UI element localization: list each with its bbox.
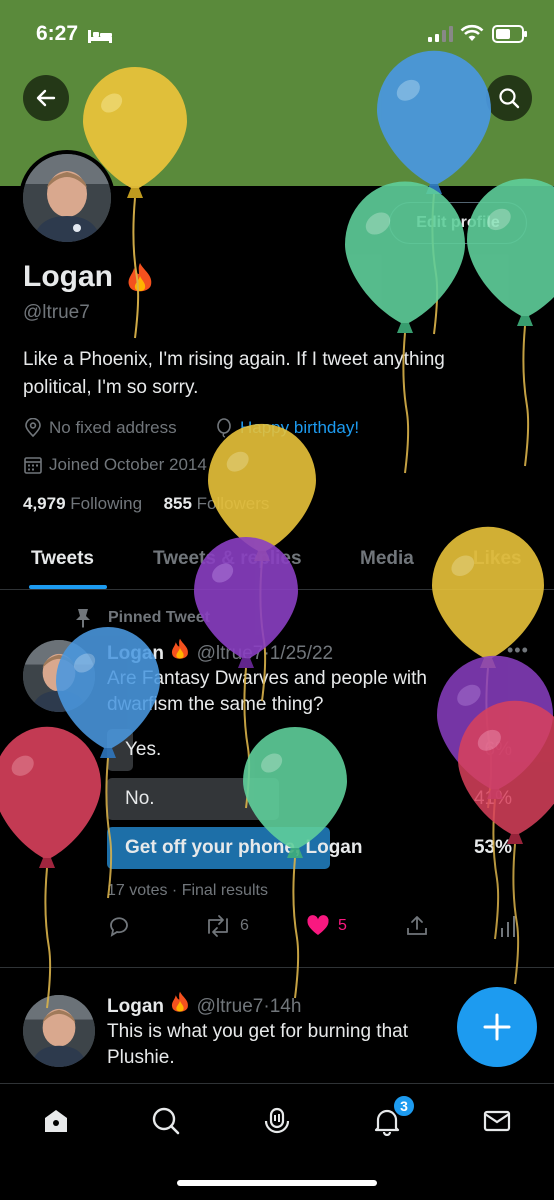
tweet-header: Logan @ltrue7·1/25/22: [107, 638, 333, 665]
poll-option-percent: 41%: [473, 788, 512, 809]
edit-profile-button[interactable]: Edit profile: [389, 202, 527, 244]
bio-line: Like a Phoenix, I'm rising again. If I t…: [23, 349, 445, 370]
reply-button[interactable]: [107, 914, 131, 938]
avatar-photo-icon: [23, 640, 95, 712]
pin-icon: [76, 609, 90, 628]
wifi-icon: [460, 24, 484, 41]
balloon-icon: [217, 418, 231, 438]
poll-option-percent: 6%: [484, 739, 512, 760]
share-button[interactable]: [405, 914, 429, 938]
tab-tweets[interactable]: Tweets: [31, 548, 94, 570]
poll-option-label: Get off your phone, Logan: [125, 837, 363, 858]
pinned-label-row: Pinned Tweet: [72, 607, 210, 629]
retweet-count: 6: [240, 917, 249, 934]
nav-spaces[interactable]: [257, 1101, 297, 1141]
poll-option-label: Yes.: [125, 739, 162, 760]
nav-messages[interactable]: [477, 1101, 517, 1141]
following-label: Following: [70, 494, 143, 513]
analytics-icon: [501, 916, 515, 937]
back-arrow-icon: [36, 89, 56, 107]
calendar-icon: [24, 457, 42, 474]
location-icon: [25, 418, 41, 438]
active-tab-indicator: [29, 585, 107, 589]
reply-icon: [110, 917, 128, 937]
profile-bio: Like a Phoenix, I'm rising again. If I t…: [23, 346, 523, 402]
profile-avatar[interactable]: [19, 150, 115, 246]
tab-media[interactable]: Media: [360, 548, 414, 570]
bio-line: political, I'm so sorry.: [23, 377, 199, 398]
plus-icon: [483, 1013, 511, 1041]
retweet-icon: [208, 915, 228, 937]
fire-icon: [172, 991, 189, 1012]
followers-count: 855: [163, 494, 192, 513]
avatar: [23, 154, 111, 242]
balloon-icon: [0, 726, 101, 1009]
joined-text: Joined October 2014: [49, 455, 207, 474]
search-icon: [499, 88, 520, 109]
profile-handle: @ltrue7: [23, 302, 90, 323]
home-icon: [45, 1110, 67, 1132]
birthday-row[interactable]: Happy birthday!: [214, 418, 359, 438]
poll-meta: 17 votes · Final results: [107, 882, 268, 899]
location-row: No fixed address: [23, 418, 177, 438]
following-count: 4,979: [23, 494, 66, 513]
joined-row: Joined October 2014: [23, 455, 207, 475]
tweet-actions: 6 5: [107, 914, 527, 942]
notifications-badge: 3: [392, 1094, 416, 1118]
heart-icon: [307, 915, 329, 935]
bed-icon: [88, 30, 112, 43]
compose-tweet-button[interactable]: [457, 987, 537, 1067]
back-button[interactable]: [23, 75, 69, 121]
retweet-button[interactable]: 6: [204, 914, 249, 938]
avatar-photo-icon: [23, 995, 95, 1067]
tweet-text-line: dwarfism the same thing?: [107, 694, 324, 715]
tweet-divider: [0, 967, 554, 968]
fire-icon: [172, 638, 189, 659]
tweet-author-handle: @ltrue7: [196, 643, 264, 664]
poll-option-percent: 53%: [473, 837, 512, 858]
followers-label: Followers: [196, 494, 270, 513]
more-options-icon[interactable]: •••: [507, 640, 529, 661]
status-time: 6:27: [36, 22, 79, 45]
followers-link[interactable]: 855 Followers: [164, 494, 270, 513]
status-bar: 6:27: [0, 0, 554, 70]
tweet-avatar[interactable]: [23, 995, 95, 1067]
tweet-author-handle: @ltrue7: [196, 996, 264, 1017]
nav-search[interactable]: [146, 1101, 186, 1141]
following-link[interactable]: 4,979 Following: [23, 494, 142, 513]
tweet-time: 14h: [269, 996, 302, 1017]
pinned-tweet-label: Pinned Tweet: [108, 609, 210, 626]
fire-icon: [128, 263, 152, 292]
like-count: 5: [338, 917, 347, 934]
tab-likes[interactable]: Likes: [473, 548, 522, 570]
location-text: No fixed address: [49, 418, 177, 437]
battery-icon: [492, 25, 527, 43]
tweet-text: Are Fantasy Dwarves and people with dwar…: [107, 666, 527, 718]
home-indicator[interactable]: [177, 1180, 377, 1186]
avatar-photo-icon: [23, 154, 111, 242]
tab-tweets-replies[interactable]: Tweets & replies: [153, 548, 302, 570]
tweet-avatar[interactable]: [23, 640, 95, 712]
like-button[interactable]: 5: [306, 914, 347, 938]
mail-icon: [483, 1110, 511, 1132]
search-button[interactable]: [486, 75, 532, 121]
tweet-author-name[interactable]: Logan: [107, 996, 164, 1017]
tweet-header: Logan @ltrue7·14h: [107, 991, 301, 1018]
birthday-link[interactable]: Happy birthday!: [240, 418, 359, 438]
search-icon: [152, 1107, 180, 1135]
tweet-text-line: Are Fantasy Dwarves and people with: [107, 668, 427, 689]
follow-stats: 4,979 Following 855 Followers: [23, 494, 269, 514]
share-icon: [407, 916, 427, 935]
profile-name: Logan: [23, 260, 113, 293]
profile-tabs: Tweets Tweets & replies Media Likes: [0, 530, 554, 590]
signal-icon: [428, 26, 453, 42]
spaces-microphone-icon: [264, 1107, 290, 1134]
poll-option-label: No.: [125, 788, 155, 809]
nav-home[interactable]: [36, 1101, 76, 1141]
analytics-button[interactable]: [499, 914, 519, 938]
tweet-author-name[interactable]: Logan: [107, 643, 164, 664]
tweet-date: 1/25/22: [269, 643, 334, 664]
